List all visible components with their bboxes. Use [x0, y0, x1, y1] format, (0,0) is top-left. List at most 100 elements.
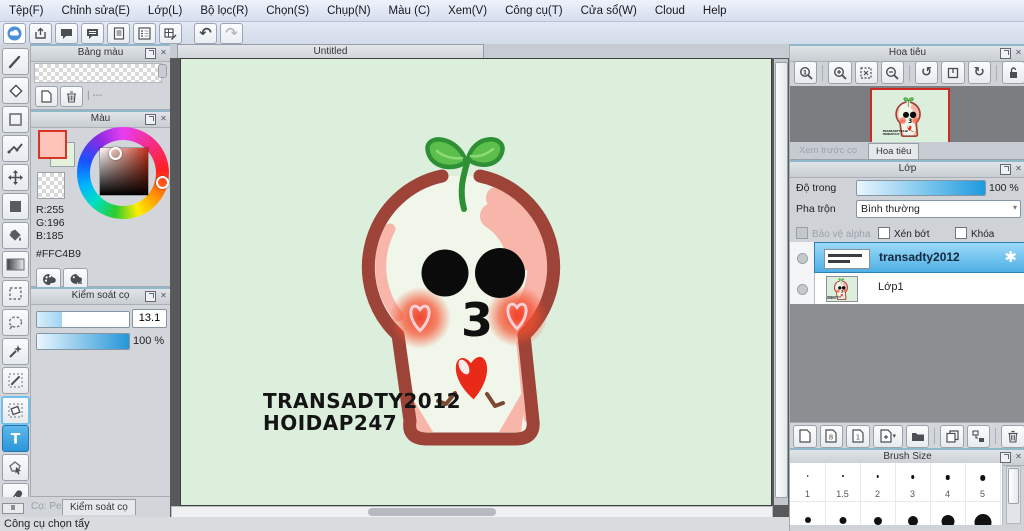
scroll-thumb[interactable]	[368, 508, 496, 516]
tool-select-lasso[interactable]	[2, 309, 29, 336]
upload-button[interactable]	[29, 22, 52, 44]
settings-form-button[interactable]	[133, 22, 156, 44]
document-button[interactable]	[107, 22, 130, 44]
tool-eraser[interactable]	[2, 77, 29, 104]
tool-select-rect[interactable]	[2, 280, 29, 307]
close-icon[interactable]: ✕	[1014, 164, 1023, 173]
tab-brush-control[interactable]: Kiểm soát cọ	[62, 499, 136, 515]
tool-brush[interactable]	[2, 48, 29, 75]
brush-size-cell[interactable]: 4	[930, 463, 966, 502]
new-1bit-layer-button[interactable]: 1	[846, 424, 870, 448]
alpha-protect-checkbox[interactable]: Bảo vệ alpha	[796, 224, 870, 242]
mini-stepper[interactable]	[2, 503, 24, 514]
brush-size-cell[interactable]	[895, 501, 931, 525]
brush-size-cell[interactable]: 1	[790, 463, 826, 502]
layer-row-selected[interactable]: transadty2012 ✱	[790, 242, 1024, 274]
new-pixel-layer-button[interactable]: 8	[819, 424, 844, 448]
sv-marker[interactable]	[109, 147, 122, 160]
zoom-in-button[interactable]	[828, 61, 852, 84]
brush-size-slider[interactable]	[36, 311, 130, 328]
tab-navigator[interactable]: Hoa tiêu	[868, 143, 920, 159]
menu-item-window[interactable]: Cửa sổ(W)	[572, 3, 646, 19]
customize-button[interactable]	[159, 22, 182, 44]
clip-checkbox[interactable]: Xén bớt	[878, 224, 929, 242]
tool-path-edit[interactable]	[2, 454, 29, 481]
transfer-layer-button[interactable]	[966, 424, 991, 448]
brush-size-cell[interactable]: 5	[965, 463, 1001, 502]
canvas-vertical-scrollbar[interactable]	[774, 59, 788, 505]
new-swatch-button[interactable]	[35, 86, 58, 107]
brush-size-cell[interactable]	[790, 501, 826, 525]
duplicate-layer-button[interactable]	[940, 424, 964, 448]
menu-item-edit[interactable]: Chỉnh sửa(E)	[53, 3, 139, 19]
brush-opacity-slider[interactable]	[36, 333, 130, 350]
menu-item-help[interactable]: Help	[694, 3, 736, 19]
brush-size-cell[interactable]	[965, 501, 1001, 525]
menu-item-capture[interactable]: Chụp(N)	[318, 3, 379, 19]
delete-swatch-button[interactable]	[60, 86, 83, 107]
layer-visibility-toggle[interactable]	[790, 242, 815, 273]
close-icon[interactable]: ✕	[159, 48, 168, 57]
delete-layer-button[interactable]	[1001, 424, 1024, 448]
foreground-color-swatch[interactable]	[38, 130, 67, 159]
popout-icon[interactable]	[1000, 164, 1011, 175]
drawing-canvas[interactable]	[181, 59, 771, 505]
menu-item-cloud[interactable]: Cloud	[646, 3, 694, 19]
brush-size-cell[interactable]: 1.5	[825, 463, 861, 502]
menu-item-view[interactable]: Xem(V)	[439, 3, 496, 19]
tab-brush-preview[interactable]: Xem trước cọ	[792, 143, 864, 158]
rotate-cw-button[interactable]: ↻	[967, 61, 991, 84]
tool-shape-rect[interactable]	[2, 106, 29, 133]
add-layer-dropdown-button[interactable]: ▾	[872, 424, 903, 448]
tool-curve[interactable]	[2, 135, 29, 162]
tool-fill-solid[interactable]	[2, 193, 29, 220]
reset-rotation-button[interactable]	[941, 61, 965, 84]
hue-marker[interactable]	[156, 176, 169, 189]
close-icon[interactable]: ✕	[1014, 48, 1023, 57]
zoom-out-button[interactable]	[880, 61, 905, 84]
swatch-scroll-thumb[interactable]	[158, 64, 167, 78]
layer-settings-gear-icon[interactable]: ✱	[1004, 248, 1017, 266]
brush-size-cell[interactable]	[825, 501, 861, 525]
saturation-value-square[interactable]	[100, 148, 148, 195]
menu-item-color[interactable]: Màu (C)	[380, 3, 440, 19]
navigator-view[interactable]	[790, 86, 1024, 144]
new-folder-button[interactable]	[905, 424, 930, 448]
cloud-sync-button[interactable]	[3, 22, 26, 44]
lock-view-button[interactable]	[1001, 61, 1024, 84]
popout-icon[interactable]	[145, 114, 156, 125]
navigator-thumbnail[interactable]	[870, 88, 950, 144]
swatch-strip[interactable]	[34, 63, 162, 83]
popout-icon[interactable]	[145, 48, 156, 59]
comment-button[interactable]	[55, 22, 78, 44]
layer-row[interactable]: Lớp1	[790, 273, 1024, 305]
transparent-color-swatch[interactable]	[37, 172, 65, 199]
close-icon[interactable]: ✕	[159, 291, 168, 300]
tool-text[interactable]: T	[2, 425, 29, 452]
scroll-thumb[interactable]	[775, 62, 788, 498]
zoom-actual-button[interactable]: 1	[794, 61, 818, 84]
menu-item-filter[interactable]: Bộ lọc(R)	[191, 3, 257, 19]
new-layer-button[interactable]	[793, 424, 817, 448]
brush-size-scrollbar[interactable]	[1006, 466, 1021, 524]
tool-select-eraser[interactable]	[1, 396, 30, 425]
brush-size-cell[interactable]	[930, 501, 966, 525]
document-tab[interactable]: Untitled	[177, 44, 484, 58]
menu-item-layer[interactable]: Lớp(L)	[139, 3, 191, 19]
layer-opacity-slider[interactable]	[856, 180, 986, 196]
menu-item-select[interactable]: Chọn(S)	[257, 3, 318, 19]
scroll-thumb[interactable]	[1008, 468, 1019, 504]
chat-button[interactable]	[81, 22, 104, 44]
menu-item-tool[interactable]: Công cụ(T)	[496, 3, 572, 19]
blend-mode-dropdown[interactable]: Bình thường ▾	[856, 200, 1021, 218]
popout-icon[interactable]	[145, 291, 156, 302]
brush-size-value[interactable]: 13.1	[132, 309, 167, 328]
fit-view-button[interactable]	[854, 61, 878, 84]
redo-button[interactable]: ↷	[220, 22, 243, 44]
popout-icon[interactable]	[1000, 452, 1011, 463]
close-icon[interactable]: ✕	[1014, 452, 1023, 461]
close-icon[interactable]: ✕	[159, 114, 168, 123]
brush-size-cell[interactable]: 3	[895, 463, 931, 502]
menu-item-file[interactable]: Tệp(F)	[0, 3, 53, 19]
tool-gradient[interactable]	[2, 251, 29, 278]
